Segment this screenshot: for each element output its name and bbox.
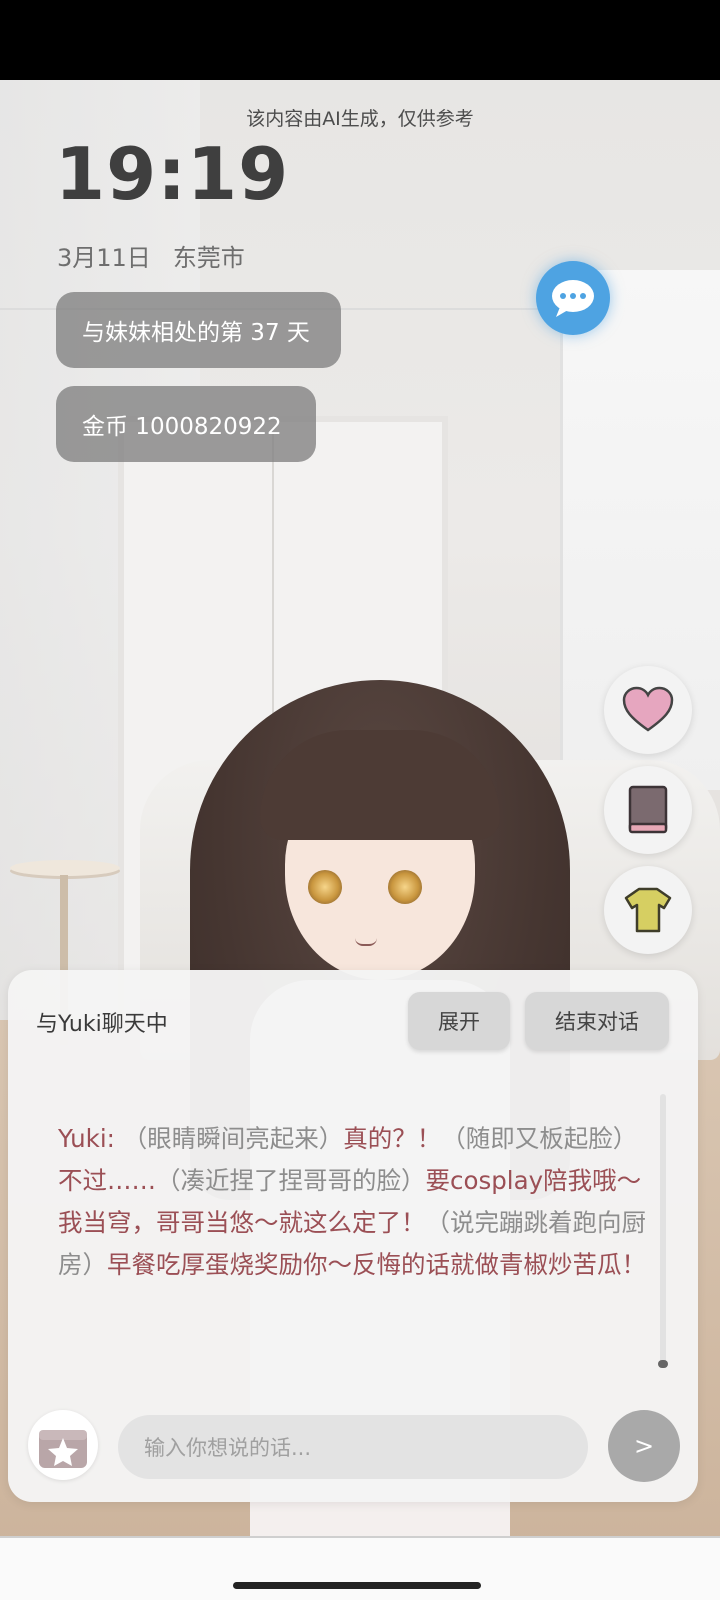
chat-message: Yuki: （眼睛瞬间亮起来）真的？！（随即又板起脸） 不过……（凑近捏了捏哥哥的… [58,1118,648,1286]
character-bangs [260,730,500,840]
status-bar [0,0,720,80]
message-speech: 早餐吃厚蛋烧奖励你～反悔的话就做青椒炒苦瓜！ [107,1250,646,1279]
book-icon [628,785,668,834]
end-conversation-button[interactable]: 结束对话 [525,992,669,1050]
chat-bubble-button[interactable] [536,261,610,335]
chat-panel: 与Yuki聊天中 展开 结束对话 Yuki: （眼睛瞬间亮起来）真的？！（随即又… [8,970,698,1502]
heart-icon [622,686,674,732]
side-table-image [10,860,120,876]
days-together-label: 与妹妹相处的第 37 天 [82,320,310,346]
message-speech: 不过…… [58,1166,156,1195]
date-text: 3月11日 [57,244,151,272]
gift-star-icon [39,1430,87,1468]
chat-bubble-icon [552,280,594,317]
chat-title: 与Yuki聊天中 [36,1012,168,1037]
book-button[interactable] [604,766,692,854]
expand-button[interactable]: 展开 [408,992,510,1050]
message-input[interactable]: 输入你想说的话... [118,1415,588,1479]
message-action: （眼睛瞬间亮起来） [122,1124,344,1153]
message-scrollbar-track[interactable] [660,1094,666,1364]
clock-time: 19:19 [55,132,290,216]
navigation-bar [0,1538,720,1600]
character-eye-right [388,870,422,904]
message-scrollbar-thumb[interactable] [658,1360,668,1368]
app-screen: 该内容由AI生成，仅供参考 19:19 3月11日 东莞市 与妹妹相处的第 37 … [0,80,720,1600]
days-together-badge: 与妹妹相处的第 37 天 [56,292,341,368]
message-action: （随即又板起脸） [441,1124,638,1153]
coins-label: 金币 1000820922 [82,414,282,440]
message-input-placeholder: 输入你想说的话... [144,1436,312,1460]
message-speech: 真的？！ [343,1124,442,1153]
coins-badge: 金币 1000820922 [56,386,316,462]
shirt-button[interactable] [604,866,692,954]
ai-generated-notice: 该内容由AI生成，仅供参考 [246,108,474,130]
send-button[interactable]: > [608,1410,680,1482]
message-action: （凑近捏了捏哥哥的脸） [156,1166,426,1195]
city-text: 东莞市 [172,244,245,272]
message-speaker: Yuki: [58,1124,115,1153]
heart-button[interactable] [604,666,692,754]
character-eye-left [308,870,342,904]
date-location: 3月11日 东莞市 [57,238,267,273]
gift-button[interactable] [28,1410,98,1480]
home-indicator[interactable] [233,1582,481,1589]
shirt-icon [624,887,672,933]
